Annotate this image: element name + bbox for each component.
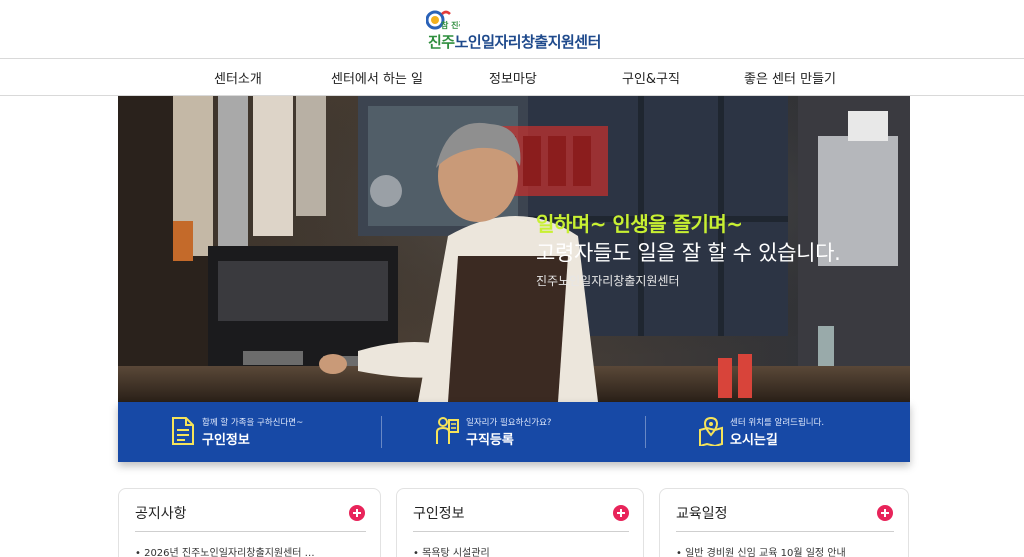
map-pin-icon xyxy=(699,416,723,446)
plus-icon[interactable] xyxy=(877,505,893,521)
quick-link-label: 구직등록 xyxy=(466,433,514,448)
list-item[interactable]: • 목욕탕 시설관리 xyxy=(413,544,490,557)
quick-link-job-offers[interactable]: 함께 할 가족을 구하신다면~ 구인정보 xyxy=(118,402,382,462)
hero-org-name: 진주노인일자리창출지원센터 xyxy=(536,274,680,288)
quick-link-label: 구인정보 xyxy=(202,433,250,448)
nav-item-jobs[interactable]: 구인&구직 xyxy=(622,68,680,87)
plus-icon[interactable] xyxy=(613,505,629,521)
plus-icon[interactable] xyxy=(349,505,365,521)
list-item[interactable]: • 일반 경비원 신임 교육 10월 일정 안내 xyxy=(676,544,846,557)
logo-prefix: 진주 xyxy=(428,33,455,51)
board-title: 공지사항 xyxy=(135,506,187,522)
nav-item-info[interactable]: 정보마당 xyxy=(489,68,537,87)
board-divider xyxy=(413,531,629,532)
board-title: 교육일정 xyxy=(676,506,728,522)
board-divider xyxy=(135,531,366,532)
logo-emblem-icon: 참 진주 xyxy=(426,10,460,30)
list-item[interactable]: • 2026년 진주노인일자리창출지원센터 … xyxy=(135,544,315,557)
quick-link-directions[interactable]: 센터 위치를 알려드립니다. 오시는길 xyxy=(646,402,910,462)
logo-name: 노인일자리창출지원센터 xyxy=(454,33,602,51)
board-divider xyxy=(676,531,894,532)
quick-link-sub: 일자리가 필요하신가요? xyxy=(466,418,552,428)
quick-links-bar: 함께 할 가족을 구하신다면~ 구인정보 일자리가 필요하신가요? 구직등록 센… xyxy=(118,402,910,462)
hero-headline: 고령자들도 일을 잘 할 수 있습니다. xyxy=(536,241,841,265)
board-job-offers: 구인정보 • 목욕탕 시설관리 xyxy=(396,488,644,557)
hero-banner: 일하며~ 인생을 즐기며~ 고령자들도 일을 잘 할 수 있습니다. 진주노인일… xyxy=(118,96,910,402)
logo-title: 진주노인일자리창출지원센터 xyxy=(428,31,601,52)
site-logo[interactable]: 참 진주 진주노인일자리창출지원센터 xyxy=(424,6,614,52)
nav-item-center-intro[interactable]: 센터소개 xyxy=(214,68,262,87)
quick-link-label: 오시는길 xyxy=(730,433,778,448)
job-seeker-icon xyxy=(436,417,459,444)
logo-emblem-text: 참 진주 xyxy=(441,20,460,30)
main-nav: 센터소개 센터에서 하는 일 정보마당 구인&구직 좋은 센터 만들기 xyxy=(0,58,1024,96)
board-title: 구인정보 xyxy=(413,506,465,522)
quick-link-sub: 함께 할 가족을 구하신다면~ xyxy=(202,418,304,428)
board-notices: 공지사항 • 2026년 진주노인일자리창출지원센터 … xyxy=(118,488,381,557)
quick-link-sub: 센터 위치를 알려드립니다. xyxy=(730,418,825,428)
document-icon xyxy=(172,417,194,445)
quick-link-job-register[interactable]: 일자리가 필요하신가요? 구직등록 xyxy=(382,402,646,462)
nav-item-center-work[interactable]: 센터에서 하는 일 xyxy=(331,68,423,87)
hero-headline-accent: 일하며~ 인생을 즐기며~ xyxy=(536,212,743,236)
nav-item-better-center[interactable]: 좋은 센터 만들기 xyxy=(744,68,836,87)
board-education: 교육일정 • 일반 경비원 신임 교육 10월 일정 안내 xyxy=(659,488,909,557)
